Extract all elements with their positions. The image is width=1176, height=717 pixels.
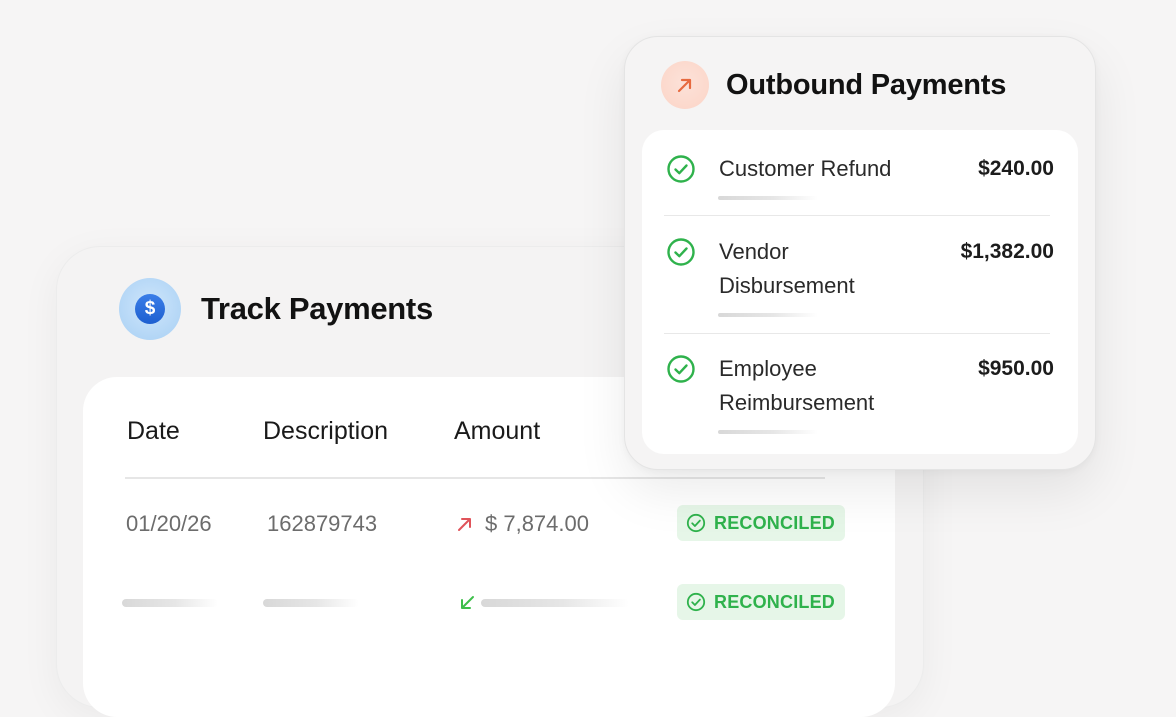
status-badge-label: RECONCILED [714,512,836,533]
arrow-up-right-icon [661,61,709,109]
check-circle-icon [667,155,695,183]
status-badge: RECONCILED [677,505,845,541]
column-header-date[interactable]: Date [127,417,180,446]
check-circle-icon [686,513,706,533]
check-circle-icon [667,238,695,266]
arrow-down-left-icon [461,596,474,609]
table-header-divider [125,477,825,479]
list-item-amount: $950.00 [978,357,1054,380]
status-badge-label: RECONCILED [714,591,836,612]
list-item-placeholder [718,430,818,434]
list-divider [664,333,1050,334]
row-2-amount-placeholder [481,599,629,607]
row-1-amount: $ 7,874.00 [455,511,589,537]
column-header-description[interactable]: Description [263,417,388,446]
check-circle-icon [686,592,706,612]
outbound-payments-card: Outbound Payments Customer Refund $240.0… [624,36,1096,470]
column-header-amount[interactable]: Amount [454,417,540,446]
status-badge: RECONCILED [677,584,845,620]
check-circle-icon [667,355,695,383]
row-2-description-placeholder [263,599,359,607]
track-payments-title: Track Payments [201,291,433,326]
outbound-payments-header: Outbound Payments [661,61,1006,109]
row-2-date-placeholder [122,599,218,607]
list-item-label: Vendor Disbursement [719,239,855,298]
list-item-amount: $1,382.00 [960,240,1054,263]
dollar-icon: $ [119,278,181,340]
list-divider [664,215,1050,216]
outbound-payments-list: Customer Refund $240.00 Vendor Disbursem… [642,130,1078,454]
arrow-up-right-icon [458,518,471,531]
list-item-amount: $240.00 [978,157,1054,180]
list-item-placeholder [718,313,818,317]
outbound-payments-title: Outbound Payments [726,68,1007,101]
row-1-description: 162879743 [267,511,378,536]
list-item-label: Employee Reimbursement [719,356,875,415]
row-1-amount-value: $ 7,874.00 [485,511,589,536]
list-item-label: Customer Refund [719,156,892,181]
track-payments-header: $ Track Payments [119,277,433,341]
row-1-date: 01/20/26 [126,511,212,536]
list-item-placeholder [718,196,818,200]
